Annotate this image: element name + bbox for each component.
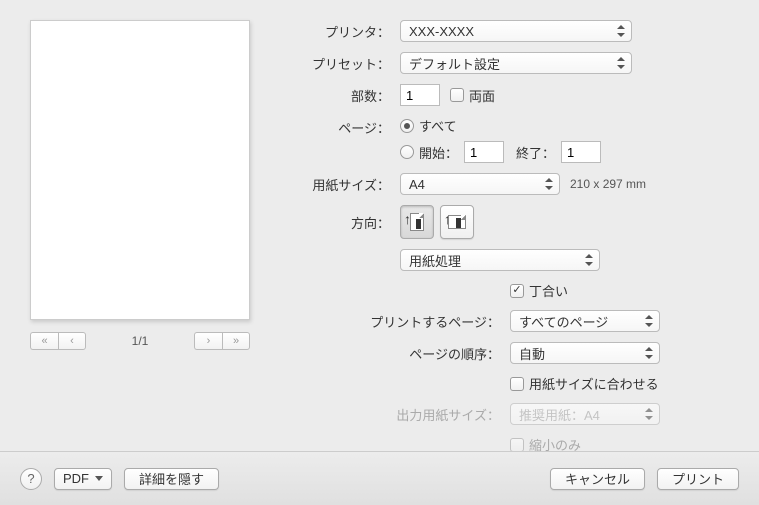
paper-size-label: 用紙サイズ： [280, 175, 400, 194]
fit-to-paper-label: 用紙サイズに合わせる [529, 374, 659, 393]
two-sided-label: 両面 [469, 86, 495, 105]
last-page-button[interactable]: » [222, 332, 250, 350]
page-order-label: ページの順序： [280, 344, 510, 363]
from-input[interactable] [464, 141, 504, 163]
preview-pane: « ‹ 1/1 › » [30, 20, 250, 464]
output-paper-select: 推奨用紙：A4 [510, 403, 660, 425]
to-input[interactable] [561, 141, 601, 163]
pages-to-print-select[interactable]: すべてのページ [510, 310, 660, 332]
page-order-select[interactable]: 自動 [510, 342, 660, 364]
copies-input[interactable] [400, 84, 440, 106]
pages-all-label: すべて [419, 116, 457, 135]
help-button[interactable]: ? [20, 468, 42, 490]
bottom-bar: ? PDF 詳細を隠す キャンセル プリント [0, 451, 759, 505]
printer-select[interactable]: XXX-XXXX [400, 20, 632, 42]
next-page-button[interactable]: › [194, 332, 222, 350]
collate-checkbox[interactable] [510, 284, 524, 298]
hide-details-button[interactable]: 詳細を隠す [124, 468, 219, 490]
paper-dims-text: 210 x 297 mm [570, 177, 646, 191]
paper-size-select[interactable]: A4 [400, 173, 560, 195]
orientation-landscape-button[interactable]: ↑ [440, 205, 474, 239]
orientation-portrait-button[interactable]: ↑ [400, 205, 434, 239]
section-select[interactable]: 用紙処理 [400, 249, 600, 271]
from-label: 開始： [419, 143, 458, 162]
portrait-page-icon [410, 213, 424, 231]
fit-to-paper-checkbox[interactable] [510, 377, 524, 391]
preset-select[interactable]: デフォルト設定 [400, 52, 632, 74]
pdf-menu-button[interactable]: PDF [54, 468, 112, 490]
prev-page-button[interactable]: ‹ [58, 332, 86, 350]
print-dialog-body: « ‹ 1/1 › » プリンタ： XXX-XXXX プリセット： デフォルト設… [0, 0, 759, 474]
pages-all-radio[interactable] [400, 119, 414, 133]
orientation-label: 方向： [280, 213, 400, 232]
pages-to-print-label: プリントするページ： [280, 312, 510, 331]
printer-label: プリンタ： [280, 22, 400, 41]
settings-pane: プリンタ： XXX-XXXX プリセット： デフォルト設定 部数： 両面 ページ… [280, 20, 729, 464]
scale-down-checkbox [510, 438, 524, 452]
pages-label: ページ： [280, 116, 400, 137]
to-label: 終了： [516, 143, 555, 162]
output-paper-label: 出力用紙サイズ： [280, 405, 510, 424]
preset-label: プリセット： [280, 54, 400, 73]
two-sided-checkbox[interactable] [450, 88, 464, 102]
first-page-button[interactable]: « [30, 332, 58, 350]
copies-label: 部数： [280, 86, 400, 105]
landscape-page-icon [448, 215, 466, 229]
preview-nav: « ‹ 1/1 › » [30, 332, 250, 350]
print-button[interactable]: プリント [657, 468, 739, 490]
collate-label: 丁合い [529, 281, 568, 300]
preview-page [30, 20, 250, 320]
pages-range-radio[interactable] [400, 145, 414, 159]
cancel-button[interactable]: キャンセル [550, 468, 645, 490]
page-counter: 1/1 [132, 334, 149, 348]
